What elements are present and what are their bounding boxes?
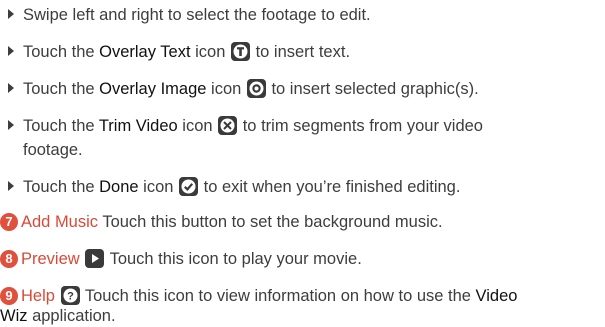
bullet-text: icon [138, 178, 179, 196]
done-icon [179, 177, 199, 196]
bullet-text: icon [206, 80, 246, 98]
item-add-music: 7 Add Music Touch this button to set the … [0, 212, 443, 233]
bullet-arrow-icon [8, 9, 14, 19]
item-title: Preview [21, 250, 80, 268]
bullet-arrow-icon [8, 120, 14, 130]
bullet-trim-video-cont: footage. [23, 140, 83, 161]
svg-text:?: ? [67, 291, 74, 303]
number-badge: 9 [0, 287, 18, 305]
term-done: Done [99, 178, 139, 196]
bullet-text: to insert text. [250, 43, 351, 61]
bullet-trim-video: Touch the Trim Video icon to trim segmen… [8, 116, 483, 137]
bullet-text: Touch the [23, 117, 99, 135]
trim-video-icon [218, 116, 238, 135]
bullet-arrow-icon [8, 46, 14, 56]
term-overlay-image: Overlay Image [99, 80, 207, 98]
term-trim-video: Trim Video [98, 117, 178, 135]
bullet-text: Touch the [23, 80, 100, 98]
bullet-text: to trim segments from your video [238, 117, 483, 135]
bullet-text: footage. [23, 141, 83, 159]
bullet-text: to insert selected graphic(s). [266, 80, 479, 98]
preview-icon [85, 249, 105, 268]
help-icon: ? [60, 286, 80, 305]
item-help-cont: Wiz application. [0, 306, 116, 327]
number-badge: 8 [0, 250, 18, 268]
item-help: 9 Help ? Touch this icon to view informat… [0, 286, 517, 307]
term-wiz: Wiz [0, 307, 28, 325]
item-title: Add Music [21, 213, 99, 231]
bullet-text: Swipe left and right to select the foota… [23, 6, 371, 24]
item-text: Touch this icon to view information on h… [80, 287, 476, 305]
bullet-text: icon [190, 43, 230, 61]
item-preview: 8 Preview Touch this icon to play your mo… [0, 249, 362, 270]
bullet-text: icon [177, 117, 218, 135]
item-text: Touch this button to set the background … [98, 213, 443, 231]
bullet-done: Touch the Done icon to exit when you’re … [8, 177, 460, 198]
bullet-arrow-icon [8, 181, 14, 191]
item-text: application. [27, 307, 116, 325]
bullet-arrow-icon [8, 83, 14, 93]
term-video: Video [475, 287, 518, 305]
overlay-text-icon [230, 42, 250, 61]
bullet-text: to exit when you’re finished editing. [199, 178, 461, 196]
bullet-text: Touch the [23, 178, 100, 196]
bullet-text: Touch the [23, 43, 100, 61]
term-overlay-text: Overlay Text [99, 43, 191, 61]
item-text: Touch this icon to play your movie. [105, 250, 362, 268]
item-title: Help [21, 287, 55, 305]
bullet-overlay-text: Touch the Overlay Text icon to insert te… [8, 42, 350, 63]
bullet-overlay-image: Touch the Overlay Image icon to insert s… [8, 79, 479, 100]
number-badge: 7 [0, 213, 18, 231]
bullet-swipe: Swipe left and right to select the foota… [8, 5, 371, 26]
overlay-image-icon [246, 79, 266, 98]
